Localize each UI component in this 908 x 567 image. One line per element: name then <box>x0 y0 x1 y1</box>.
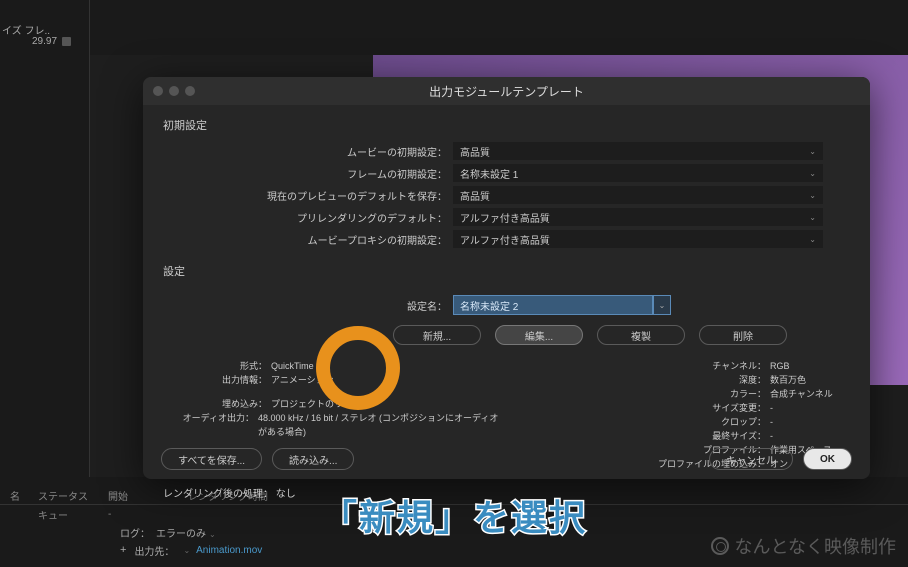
new-button[interactable]: 新規... <box>393 325 481 345</box>
ok-button[interactable]: OK <box>803 448 852 470</box>
prerender-select[interactable]: アルファ付き高品質⌄ <box>453 208 823 226</box>
prerender-label: プリレンダリングのデフォルト： <box>143 210 453 225</box>
queue-col-name: 名 <box>0 488 28 503</box>
settings-name-dropdown-icon[interactable]: ⌄ <box>653 295 671 315</box>
output-file-link[interactable]: Animation.mov <box>196 545 262 556</box>
log-dropdown[interactable]: エラーのみ⌄ <box>156 525 216 540</box>
panel-tab: イズ フレ.. <box>2 22 50 37</box>
dialog-title: 出力モジュールテンプレート <box>429 83 584 100</box>
cancel-button[interactable]: キャンセル <box>709 448 793 470</box>
proxy-select[interactable]: アルファ付き高品質⌄ <box>453 230 823 248</box>
queue-log-row: ログ： エラーのみ⌄ <box>0 523 908 541</box>
settings-name-input[interactable]: 名称未設定 2 <box>453 295 653 315</box>
frame-default-label: フレームの初期設定： <box>143 166 453 181</box>
dialog-titlebar: 出力モジュールテンプレート <box>143 77 870 105</box>
window-controls[interactable] <box>153 86 195 96</box>
delete-button[interactable]: 削除 <box>699 325 787 345</box>
queue-item-row[interactable]: キュー - <box>0 505 908 523</box>
output-label: 出力先： <box>134 543 174 558</box>
fps-icon <box>62 37 71 46</box>
fps-indicator: 29.97 <box>32 36 71 47</box>
preview-save-select[interactable]: 高品質⌄ <box>453 186 823 204</box>
save-all-button[interactable]: すべてを保存... <box>161 448 262 470</box>
settings-section-title: 設定 <box>143 251 870 287</box>
defaults-section-title: 初期設定 <box>143 105 870 141</box>
edit-button[interactable]: 編集... <box>495 325 583 345</box>
load-button[interactable]: 読み込み... <box>272 448 354 470</box>
duplicate-button[interactable]: 複製 <box>597 325 685 345</box>
settings-name-label: 設定名： <box>143 298 453 313</box>
proxy-label: ムービープロキシの初期設定： <box>143 232 453 247</box>
movie-default-select[interactable]: 高品質⌄ <box>453 142 823 160</box>
add-output-icon[interactable]: + <box>120 544 126 556</box>
queue-output-row: + 出力先： ⌄ Animation.mov <box>0 541 908 559</box>
top-bar <box>0 0 908 55</box>
queue-col-status: ステータス <box>28 488 98 503</box>
preview-save-label: 現在のプレビューのデフォルトを保存： <box>143 188 453 203</box>
output-module-template-dialog: 出力モジュールテンプレート 初期設定 ムービーの初期設定：高品質⌄ フレームの初… <box>143 77 870 479</box>
movie-default-label: ムービーの初期設定： <box>143 144 453 159</box>
log-label: ログ： <box>120 525 150 540</box>
frame-default-select[interactable]: 名称未設定 1⌄ <box>453 164 823 182</box>
dialog-footer: すべてを保存... 読み込み... キャンセル OK <box>143 439 870 479</box>
